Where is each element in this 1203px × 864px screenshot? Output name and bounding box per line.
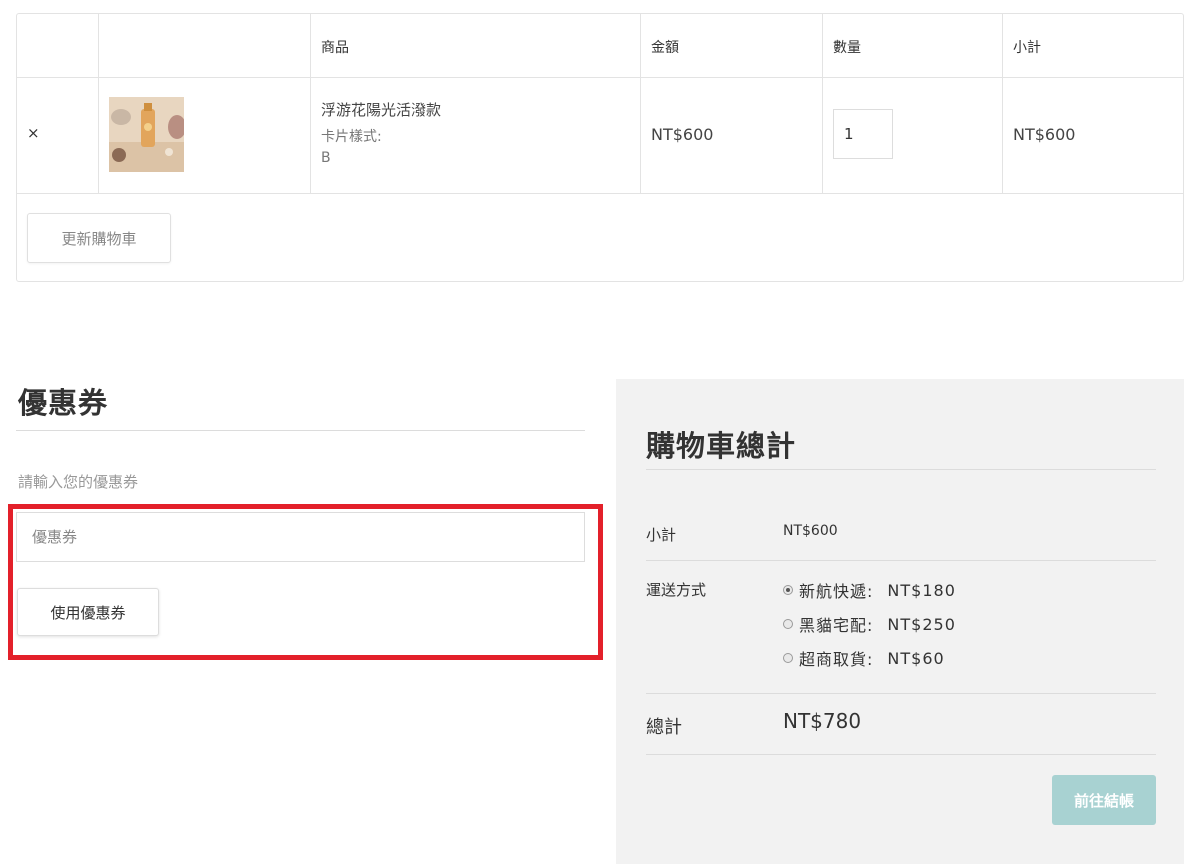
divider xyxy=(16,430,585,431)
remove-item-icon[interactable]: × xyxy=(27,124,40,142)
shipping-option-express[interactable]: 新航快遞: NT$180 xyxy=(783,578,956,602)
radio-unselected-icon[interactable] xyxy=(783,619,793,629)
coupon-title: 優惠券 xyxy=(18,386,109,420)
item-subtotal: NT$600 xyxy=(1013,125,1076,144)
header-quantity-label: 數量 xyxy=(833,40,861,56)
header-thumbnail xyxy=(99,14,311,77)
subtotal-value: NT$600 xyxy=(783,523,838,539)
shipping-option-store-pickup[interactable]: 超商取貨: NT$60 xyxy=(783,646,945,670)
cart-item-row: × 浮游花陽光活潑款 卡片樣式: B NT$600 1 NT$600 xyxy=(17,77,1183,194)
header-quantity: 數量 xyxy=(823,14,1003,77)
header-product: 商品 xyxy=(311,14,641,77)
divider xyxy=(646,560,1156,561)
shipping-option-price: NT$180 xyxy=(887,580,956,600)
header-remove xyxy=(17,14,99,77)
product-name-link[interactable]: 浮游花陽光活潑款 xyxy=(321,99,441,120)
highlight-box xyxy=(8,504,603,660)
divider xyxy=(646,469,1156,470)
radio-selected-icon[interactable] xyxy=(783,585,793,595)
shipping-option-home-delivery[interactable]: 黑貓宅配: NT$250 xyxy=(783,612,956,636)
divider xyxy=(646,754,1156,755)
header-price: 金額 xyxy=(641,14,823,77)
header-product-label: 商品 xyxy=(321,40,349,56)
cart-header-row: 商品 金額 數量 小計 xyxy=(17,14,1183,78)
shipping-label: 運送方式 xyxy=(646,581,707,599)
header-price-label: 金額 xyxy=(651,40,679,56)
shipping-option-name: 超商取貨: xyxy=(799,650,874,669)
cart-table: 商品 金額 數量 小計 × 浮游花陽光活潑款 卡片樣式: B NT$600 1 … xyxy=(16,13,1184,282)
product-thumbnail[interactable] xyxy=(109,97,184,172)
total-value: NT$780 xyxy=(783,709,862,733)
shipping-option-name: 黑貓宅配: xyxy=(799,616,874,635)
coupon-hint: 請輸入您的優惠券 xyxy=(18,473,139,491)
checkout-button[interactable]: 前往結帳 xyxy=(1052,775,1156,825)
divider xyxy=(646,693,1156,694)
header-subtotal-label: 小計 xyxy=(1013,40,1041,56)
cart-totals-panel: 購物車總計 小計 NT$600 運送方式 新航快遞: NT$180 黑貓宅配: … xyxy=(616,379,1184,864)
header-subtotal: 小計 xyxy=(1003,14,1183,77)
cart-totals-title: 購物車總計 xyxy=(646,429,797,463)
quantity-input[interactable] xyxy=(833,109,893,159)
total-label: 總計 xyxy=(646,717,682,738)
shipping-option-price: NT$250 xyxy=(887,614,956,634)
item-price: NT$600 xyxy=(651,125,714,144)
subtotal-label: 小計 xyxy=(646,526,677,544)
update-cart-button[interactable]: 更新購物車 xyxy=(27,213,171,263)
shipping-option-name: 新航快遞: xyxy=(799,582,874,601)
product-option-value: B xyxy=(321,150,331,166)
shipping-option-price: NT$60 xyxy=(887,648,945,668)
product-option-label: 卡片樣式: xyxy=(321,129,382,145)
radio-unselected-icon[interactable] xyxy=(783,653,793,663)
